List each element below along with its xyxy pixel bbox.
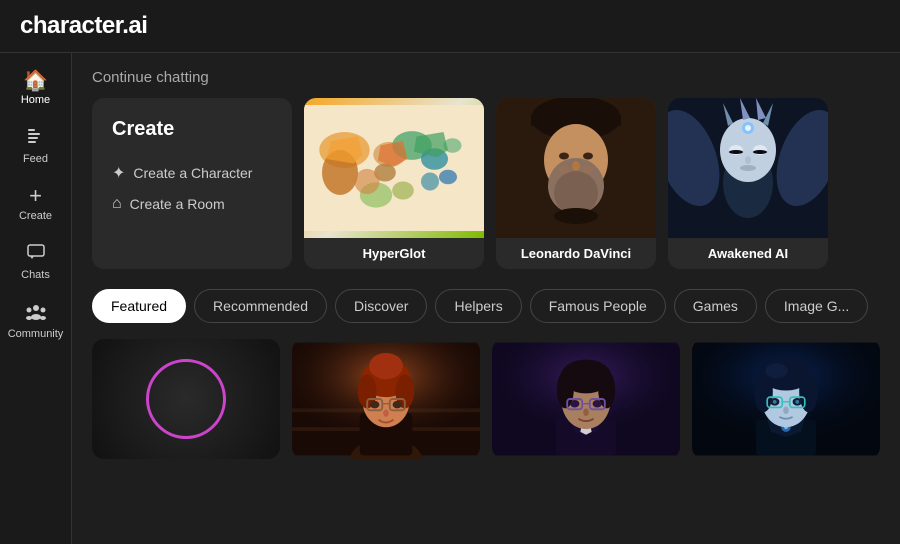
tab-recommended[interactable]: Recommended (194, 289, 327, 323)
create-card-title: Create (112, 118, 272, 141)
sidebar-item-chats[interactable]: Chats (6, 234, 66, 289)
create-character-label: Create a Character (133, 165, 252, 181)
awakened-card[interactable]: Awakened AI (668, 98, 828, 269)
circle-char-card[interactable] (92, 339, 280, 459)
chats-icon (26, 242, 46, 266)
circle-icon (146, 359, 226, 439)
community-icon (25, 301, 47, 325)
sidebar-item-create[interactable]: + Create (6, 177, 66, 230)
awakened-image (668, 98, 828, 238)
tab-famous-people[interactable]: Famous People (530, 289, 666, 323)
section-continue-chatting: Continue chatting (92, 69, 880, 86)
sidebar-item-community[interactable]: Community (6, 293, 66, 348)
create-card: Create ✦ Create a Character ⌂ Create a R… (92, 98, 292, 269)
tab-featured[interactable]: Featured (92, 289, 186, 323)
sidebar-home-label: Home (21, 94, 50, 106)
redhead-char-card[interactable] (292, 339, 480, 459)
room-icon: ⌂ (112, 195, 122, 213)
sidebar-item-home[interactable]: 🏠 Home (6, 63, 66, 114)
hyperglot-image (304, 98, 484, 238)
character-icon: ✦ (112, 163, 125, 183)
bottom-cards-row (92, 339, 880, 459)
blue-char-card[interactable] (692, 339, 880, 459)
create-icon: + (29, 185, 42, 207)
header: character.ai (0, 0, 900, 53)
tab-image-gen[interactable]: Image G... (765, 289, 868, 323)
sidebar-feed-label: Feed (23, 153, 48, 165)
chat-cards-row: Create ✦ Create a Character ⌂ Create a R… (92, 98, 880, 269)
circle-char-image (92, 339, 280, 459)
tab-games[interactable]: Games (674, 289, 757, 323)
content-area: Continue chatting Create ✦ Create a Char… (72, 53, 900, 544)
purple-char-card[interactable] (492, 339, 680, 459)
home-icon: 🏠 (23, 71, 48, 91)
feed-icon (26, 126, 46, 150)
sidebar: 🏠 Home Feed + Create (0, 53, 72, 544)
create-room-option[interactable]: ⌂ Create a Room (112, 189, 272, 219)
sidebar-create-label: Create (19, 210, 52, 222)
tab-helpers[interactable]: Helpers (435, 289, 521, 323)
davinci-image (496, 98, 656, 238)
tabs-row: Featured Recommended Discover Helpers Fa… (92, 289, 880, 323)
davinci-card[interactable]: Leonardo DaVinci (496, 98, 656, 269)
main-layout: 🏠 Home Feed + Create (0, 53, 900, 544)
sidebar-item-feed[interactable]: Feed (6, 118, 66, 173)
create-character-option[interactable]: ✦ Create a Character (112, 157, 272, 189)
sidebar-community-label: Community (8, 328, 64, 340)
davinci-name: Leonardo DaVinci (496, 238, 656, 269)
tab-discover[interactable]: Discover (335, 289, 427, 323)
sidebar-chats-label: Chats (21, 269, 50, 281)
hyperglot-name: HyperGlot (304, 238, 484, 269)
create-room-label: Create a Room (130, 196, 225, 212)
logo: character.ai (20, 12, 147, 39)
hyperglot-card[interactable]: HyperGlot (304, 98, 484, 269)
awakened-name: Awakened AI (668, 238, 828, 269)
